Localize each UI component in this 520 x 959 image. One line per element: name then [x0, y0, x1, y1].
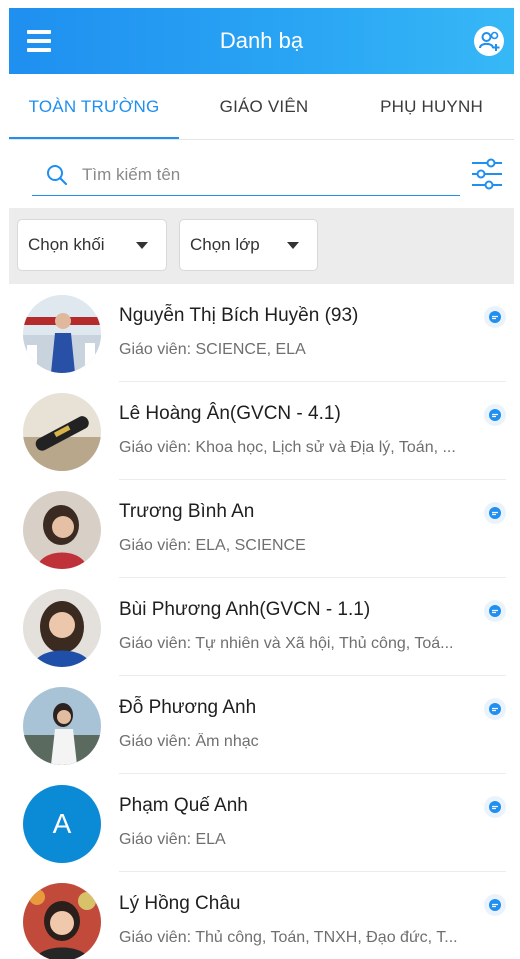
contact-subjects: Giáo viên: Tự nhiên và Xã hội, Thủ công,… — [119, 635, 454, 652]
contact-name: Nguyễn Thị Bích Huyền (93) — [119, 305, 359, 326]
search-input[interactable] — [82, 162, 442, 188]
chevron-down-icon — [136, 242, 148, 249]
chat-icon[interactable] — [483, 403, 507, 427]
contact-name: Phạm Quế Anh — [119, 795, 248, 816]
app-bar: Danh bạ — [9, 8, 514, 74]
contact-name: Đỗ Phương Anh — [119, 697, 257, 718]
search-bar — [9, 140, 514, 208]
chat-icon[interactable] — [483, 893, 507, 917]
contact-name: Lý Hồng Châu — [119, 893, 241, 914]
tab-toan-truong[interactable]: TOÀN TRƯỜNG — [9, 74, 179, 140]
avatar: A — [23, 785, 101, 863]
chevron-down-icon — [287, 242, 299, 249]
contact-row[interactable]: A Phạm Quế Anh Giáo viên: ELA — [9, 774, 514, 872]
contact-list: Nguyễn Thị Bích Huyền (93) Giáo viên: SC… — [9, 284, 514, 959]
avatar — [23, 589, 101, 667]
chat-icon[interactable] — [483, 501, 507, 525]
contact-row[interactable]: Bùi Phương Anh(GVCN - 1.1) Giáo viên: Tự… — [9, 578, 514, 676]
filter-bar: Chọn khối Chọn lớp — [9, 208, 514, 284]
contact-subjects: Giáo viên: ELA — [119, 831, 226, 848]
search-icon — [47, 165, 68, 186]
class-select[interactable]: Chọn lớp — [179, 219, 318, 271]
contact-subjects: Giáo viên: Thủ công, Toán, TNXH, Đạo đức… — [119, 929, 458, 946]
tab-giao-vien[interactable]: GIÁO VIÊN — [179, 74, 349, 140]
contact-subjects: Giáo viên: ELA, SCIENCE — [119, 537, 306, 554]
contact-subjects: Giáo viên: Âm nhạc — [119, 733, 259, 750]
contact-row[interactable]: Trương Bình An Giáo viên: ELA, SCIENCE — [9, 480, 514, 578]
filter-sliders-icon[interactable] — [469, 156, 505, 192]
tab-bar: TOÀN TRƯỜNG GIÁO VIÊN PHỤ HUYNH — [9, 74, 514, 140]
avatar — [23, 295, 101, 373]
add-contact-icon[interactable] — [474, 26, 504, 56]
search-field — [32, 160, 460, 196]
class-select-label: Chọn lớp — [190, 235, 260, 254]
contact-name: Lê Hoàng Ân(GVCN - 4.1) — [119, 403, 341, 424]
chat-icon[interactable] — [483, 697, 507, 721]
contact-row[interactable]: Nguyễn Thị Bích Huyền (93) Giáo viên: SC… — [9, 284, 514, 382]
contact-subjects: Giáo viên: Khoa học, Lịch sử và Địa lý, … — [119, 439, 456, 456]
menu-icon[interactable] — [27, 30, 51, 52]
contact-subjects: Giáo viên: SCIENCE, ELA — [119, 341, 306, 358]
contact-name: Bùi Phương Anh(GVCN - 1.1) — [119, 599, 371, 620]
contact-row[interactable]: Lý Hồng Châu Giáo viên: Thủ công, Toán, … — [9, 872, 514, 959]
page-title: Danh bạ — [219, 28, 304, 53]
contact-row[interactable]: Lê Hoàng Ân(GVCN - 4.1) Giáo viên: Khoa … — [9, 382, 514, 480]
avatar — [23, 883, 101, 959]
avatar — [23, 687, 101, 765]
contact-row[interactable]: Đỗ Phương Anh Giáo viên: Âm nhạc — [9, 676, 514, 774]
grade-select[interactable]: Chọn khối — [17, 219, 167, 271]
chat-icon[interactable] — [483, 795, 507, 819]
contact-name: Trương Bình An — [119, 501, 255, 522]
chat-icon[interactable] — [483, 599, 507, 623]
grade-select-label: Chọn khối — [28, 235, 105, 254]
avatar — [23, 491, 101, 569]
avatar — [23, 393, 101, 471]
chat-icon[interactable] — [483, 305, 507, 329]
tab-phu-huynh[interactable]: PHỤ HUYNH — [349, 74, 514, 140]
